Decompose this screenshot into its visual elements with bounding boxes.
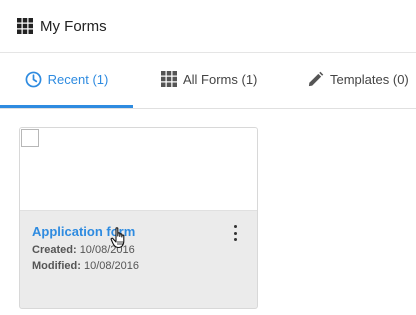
tab-recent-label: Recent (1) <box>47 71 109 87</box>
tab-recent[interactable]: Recent (1) <box>0 53 133 108</box>
tab-templates-label: Templates (0) <box>330 71 409 87</box>
created-label: Created: <box>32 244 77 256</box>
page-header: My Forms <box>0 0 416 53</box>
form-thumbnail[interactable] <box>20 128 257 211</box>
form-card[interactable]: Application form Created: 10/08/2016 Mod… <box>19 127 258 309</box>
more-vertical-icon[interactable] <box>230 225 240 241</box>
pencil-icon <box>307 71 324 88</box>
modified-date: Modified: 10/08/2016 <box>32 260 139 272</box>
hand-cursor-icon <box>110 227 125 249</box>
tab-all-forms[interactable]: All Forms (1) <box>161 53 257 105</box>
clock-icon <box>25 71 42 88</box>
page-title: My Forms <box>40 17 107 35</box>
tab-bar: Recent (1) All Forms (1) Templates (0) <box>0 53 416 109</box>
tab-all-forms-label: All Forms (1) <box>183 71 258 87</box>
broken-image-icon <box>21 129 39 147</box>
tab-templates[interactable]: Templates (0) <box>307 53 409 105</box>
modified-value: 10/08/2016 <box>83 260 140 272</box>
active-tab-indicator <box>0 105 133 108</box>
grid-icon <box>161 71 177 87</box>
modified-label: Modified: <box>32 260 81 272</box>
grid-icon <box>17 18 33 34</box>
